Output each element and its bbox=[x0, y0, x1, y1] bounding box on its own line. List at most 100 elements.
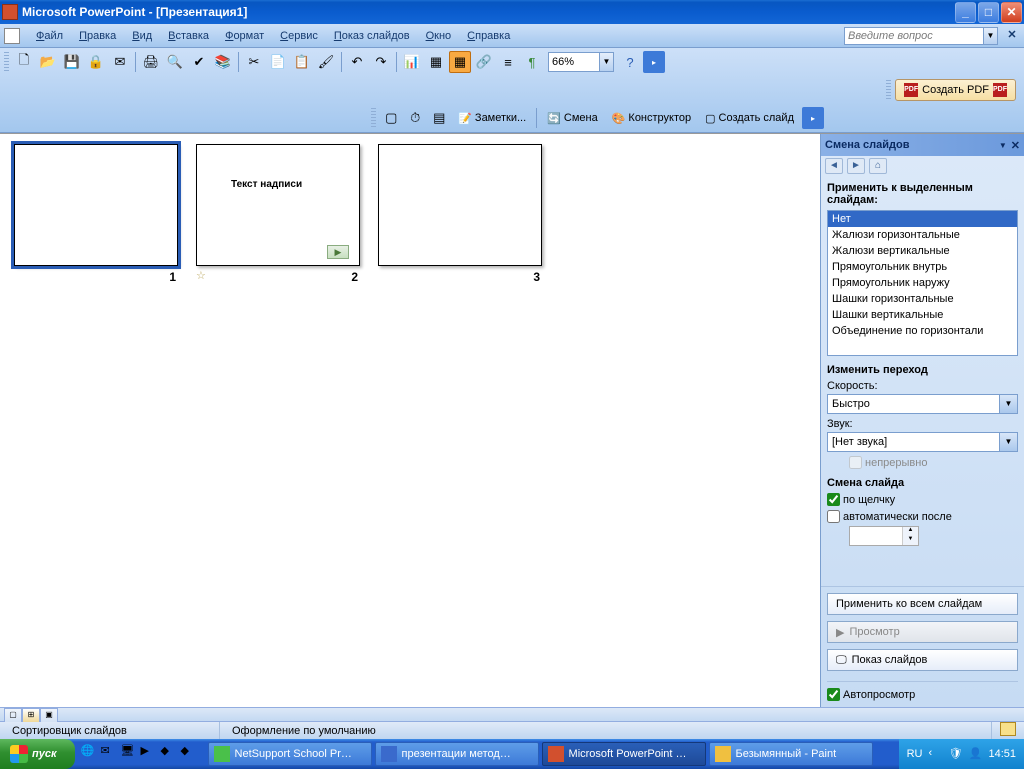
quick-launch-desktop-icon[interactable]: 🖥 bbox=[121, 744, 139, 764]
slide-sorter-view[interactable]: 1 Текст надписи ▶ ☆ 2 3 bbox=[0, 134, 820, 707]
open-icon[interactable]: 📂 bbox=[37, 51, 59, 73]
hyperlink-icon[interactable]: 🔗 bbox=[473, 51, 495, 73]
toolbar-grip[interactable] bbox=[886, 80, 891, 100]
tray-user-icon[interactable]: 👤 bbox=[968, 747, 982, 761]
transition-item-none[interactable]: Нет bbox=[828, 211, 1017, 227]
research-icon[interactable]: 📚 bbox=[212, 51, 234, 73]
task-pane-back-button[interactable]: ◄ bbox=[825, 158, 843, 174]
help-search-input[interactable] bbox=[844, 27, 984, 45]
speed-select[interactable]: ▼ bbox=[827, 394, 1018, 414]
speed-value[interactable] bbox=[827, 394, 1000, 414]
hide-slide-icon[interactable]: ▢ bbox=[380, 107, 402, 129]
transition-list[interactable]: Нет Жалюзи горизонтальные Жалюзи вертика… bbox=[827, 210, 1018, 356]
clock[interactable]: 14:51 bbox=[988, 748, 1016, 760]
start-button[interactable]: пуск bbox=[0, 739, 75, 769]
new-slide-button[interactable]: ▢ Создать слайд bbox=[699, 107, 800, 129]
toolbar-options-icon[interactable]: ▸ bbox=[802, 107, 824, 129]
quick-launch-app-icon[interactable]: ◆ bbox=[161, 744, 179, 764]
expand-all-icon[interactable]: ≡ bbox=[497, 51, 519, 73]
transition-item[interactable]: Прямоугольник наружу bbox=[828, 275, 1017, 291]
slide-thumbnail-1[interactable] bbox=[14, 144, 178, 266]
menu-window[interactable]: Окно bbox=[418, 28, 460, 44]
taskbar-item-netsupport[interactable]: NetSupport School Pr… bbox=[208, 742, 372, 766]
document-close-button[interactable]: ✕ bbox=[1004, 28, 1020, 44]
menu-file[interactable]: Файл bbox=[28, 28, 71, 44]
auto-after-checkbox[interactable] bbox=[827, 510, 840, 523]
menu-insert[interactable]: Вставка bbox=[160, 28, 217, 44]
sound-value[interactable] bbox=[827, 432, 1000, 452]
chart-icon[interactable]: 📊 bbox=[401, 51, 423, 73]
sound-select[interactable]: ▼ bbox=[827, 432, 1018, 452]
undo-icon[interactable]: ↶ bbox=[346, 51, 368, 73]
quick-launch-ie-icon[interactable]: 🌐 bbox=[81, 744, 99, 764]
format-painter-icon[interactable]: 🖌 bbox=[315, 51, 337, 73]
new-document-icon[interactable]: 🗋 bbox=[13, 51, 35, 73]
slideshow-view-button[interactable]: ▣ bbox=[40, 708, 58, 722]
slide-thumbnail-2[interactable]: Текст надписи ▶ bbox=[196, 144, 360, 266]
menu-edit[interactable]: Правка bbox=[71, 28, 124, 44]
redo-icon[interactable]: ↷ bbox=[370, 51, 392, 73]
tray-security-icon[interactable]: 🛡 bbox=[948, 747, 962, 761]
help-search-dropdown[interactable]: ▼ bbox=[984, 27, 998, 45]
zoom-input[interactable] bbox=[548, 52, 600, 72]
menu-slideshow[interactable]: Показ слайдов bbox=[326, 28, 418, 44]
toolbar-grip[interactable] bbox=[4, 52, 9, 72]
spellcheck-icon[interactable]: ✔ bbox=[188, 51, 210, 73]
on-click-checkbox[interactable] bbox=[827, 493, 840, 506]
quick-launch-app-icon[interactable]: ◆ bbox=[181, 744, 199, 764]
menu-view[interactable]: Вид bbox=[124, 28, 160, 44]
cut-icon[interactable]: ✂ bbox=[243, 51, 265, 73]
transition-item[interactable]: Прямоугольник внутрь bbox=[828, 259, 1017, 275]
print-icon[interactable]: 🖨 bbox=[140, 51, 162, 73]
table-icon[interactable]: ▦ bbox=[425, 51, 447, 73]
auto-after-checkbox-row[interactable]: автоматически после bbox=[827, 510, 1018, 523]
on-click-checkbox-row[interactable]: по щелчку bbox=[827, 493, 1018, 506]
paste-icon[interactable]: 📋 bbox=[291, 51, 313, 73]
apply-to-all-button[interactable]: Применить ко всем слайдам bbox=[827, 593, 1018, 615]
slide-sorter-view-button[interactable]: ⊞ bbox=[22, 708, 40, 722]
task-pane-close-button[interactable]: ✕ bbox=[1011, 139, 1020, 152]
toolbar-grip[interactable] bbox=[371, 108, 376, 128]
spinner-down-icon[interactable]: ▼ bbox=[903, 536, 918, 545]
transition-item[interactable]: Шашки горизонтальные bbox=[828, 291, 1017, 307]
speaker-notes-button[interactable]: 📝 Заметки... bbox=[452, 107, 532, 129]
document-control-icon[interactable] bbox=[4, 28, 20, 44]
animation-play-icon[interactable]: ▶ bbox=[327, 245, 349, 259]
taskbar-item-paint[interactable]: Безымянный - Paint bbox=[709, 742, 873, 766]
zoom-dropdown[interactable]: ▼ bbox=[600, 52, 614, 72]
menu-service[interactable]: Сервис bbox=[272, 28, 326, 44]
autopreview-checkbox-row[interactable]: Автопросмотр bbox=[827, 681, 1018, 701]
auto-after-time-spinner[interactable]: ▲▼ bbox=[849, 526, 919, 546]
task-pane-menu-dropdown[interactable]: ▼ bbox=[999, 141, 1007, 150]
summary-slide-icon[interactable]: ▤ bbox=[428, 107, 450, 129]
quick-launch-outlook-icon[interactable]: ✉ bbox=[101, 744, 119, 764]
copy-icon[interactable]: 📄 bbox=[267, 51, 289, 73]
create-pdf-button[interactable]: PDF Создать PDF PDF bbox=[895, 79, 1016, 101]
permission-icon[interactable]: 🔒 bbox=[85, 51, 107, 73]
email-icon[interactable]: ✉ bbox=[109, 51, 131, 73]
tables-borders-icon[interactable]: ▦ bbox=[449, 51, 471, 73]
menu-help[interactable]: Справка bbox=[459, 28, 518, 44]
transition-item[interactable]: Жалюзи вертикальные bbox=[828, 243, 1017, 259]
window-minimize-button[interactable]: _ bbox=[955, 2, 976, 23]
language-indicator[interactable]: RU bbox=[907, 748, 923, 760]
autopreview-checkbox[interactable] bbox=[827, 688, 840, 701]
window-maximize-button[interactable]: □ bbox=[978, 2, 999, 23]
slideshow-button[interactable]: 🖵 Показ слайдов bbox=[827, 649, 1018, 671]
print-preview-icon[interactable]: 🔍 bbox=[164, 51, 186, 73]
menu-format[interactable]: Формат bbox=[217, 28, 272, 44]
slide-thumbnail-3[interactable] bbox=[378, 144, 542, 266]
slide-transition-button[interactable]: 🔄 Смена bbox=[541, 107, 604, 129]
normal-view-button[interactable]: ▢ bbox=[4, 708, 22, 722]
taskbar-item-powerpoint[interactable]: Microsoft PowerPoint … bbox=[542, 742, 706, 766]
toolbar-options-icon[interactable]: ▸ bbox=[643, 51, 665, 73]
save-icon[interactable]: 💾 bbox=[61, 51, 83, 73]
tray-icon[interactable]: ‹ bbox=[928, 747, 942, 761]
preview-button[interactable]: ▶ Просмотр bbox=[827, 621, 1018, 643]
rehearse-timings-icon[interactable]: ⏱ bbox=[404, 107, 426, 129]
chevron-down-icon[interactable]: ▼ bbox=[1000, 394, 1018, 414]
transition-item[interactable]: Объединение по горизонтали bbox=[828, 323, 1017, 339]
transition-item[interactable]: Жалюзи горизонтальные bbox=[828, 227, 1017, 243]
slide-design-button[interactable]: 🎨 Конструктор bbox=[606, 107, 697, 129]
spinner-up-icon[interactable]: ▲ bbox=[903, 527, 918, 536]
